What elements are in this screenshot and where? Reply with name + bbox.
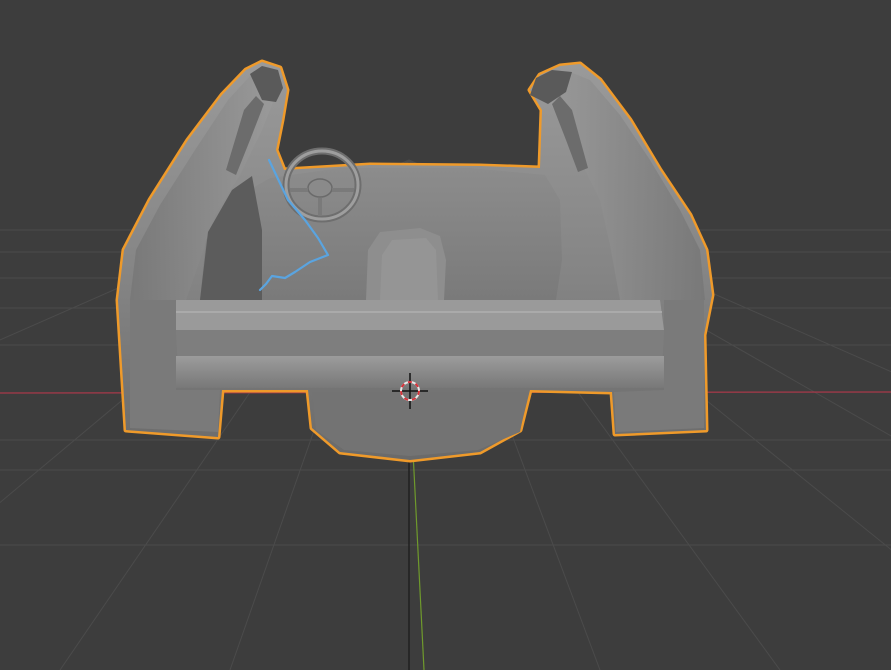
rear-bumper bbox=[174, 356, 666, 388]
3d-viewport[interactable] bbox=[0, 0, 891, 670]
viewport-canvas[interactable] bbox=[0, 0, 891, 670]
center-console-top bbox=[380, 238, 438, 300]
rear-trunk-lip bbox=[176, 300, 664, 330]
